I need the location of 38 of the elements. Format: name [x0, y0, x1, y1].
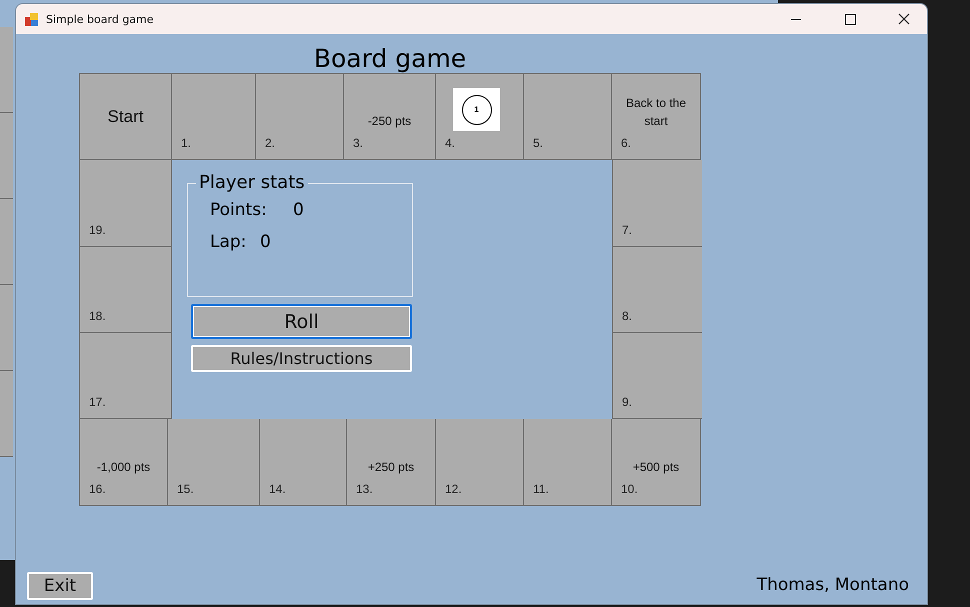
lap-value: 0	[260, 232, 271, 252]
square-number: 5.	[533, 136, 544, 150]
app-icon	[25, 12, 38, 26]
rules-button[interactable]: Rules/Instructions	[191, 345, 412, 372]
square-number: 13.	[356, 482, 374, 496]
window-title: Simple board game	[46, 12, 155, 26]
square-number: 1.	[181, 136, 192, 150]
roll-button[interactable]: Roll	[191, 304, 412, 339]
square-number: 9.	[622, 395, 634, 409]
square-label: -250 pts	[366, 113, 412, 130]
square-number: 18.	[89, 309, 107, 323]
square-number: 15.	[177, 482, 195, 496]
square-number: 8.	[622, 309, 634, 323]
square-number: 6.	[621, 136, 632, 150]
square-number: 17.	[89, 395, 107, 409]
square-number: 16.	[89, 482, 107, 496]
game-heading: Board game	[312, 43, 468, 73]
points-value: 0	[293, 200, 304, 220]
square-number: 4.	[445, 136, 456, 150]
square-number: 3.	[353, 136, 364, 150]
square-number: 11.	[533, 482, 550, 496]
square-number: 19.	[89, 223, 107, 237]
square-number: 14.	[269, 482, 287, 496]
square-number: 12.	[445, 482, 463, 496]
exit-button[interactable]: Exit	[27, 572, 93, 600]
points-label: Points:	[210, 200, 267, 220]
square-number: 7.	[622, 223, 634, 237]
player-token: 1	[453, 88, 500, 131]
square-number: 2.	[265, 136, 276, 150]
square-label: +250 pts	[366, 459, 416, 476]
square-label: Start	[108, 106, 144, 126]
square-label: Back to the start	[624, 95, 688, 130]
panel-title: Player stats	[196, 172, 308, 193]
square-number: 10.	[621, 482, 639, 496]
lap-label: Lap:	[210, 232, 246, 252]
author-name: Thomas, Montano	[756, 575, 909, 595]
square-label: +500 pts	[632, 459, 680, 476]
square-label: -1,000 pts	[96, 459, 152, 476]
